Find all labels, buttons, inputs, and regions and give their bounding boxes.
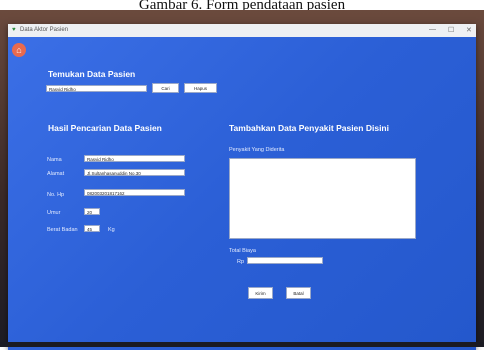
window-title: Data Aktor Pasien — [20, 27, 69, 33]
illness-textarea[interactable] — [229, 158, 416, 239]
age-field[interactable]: 20 — [84, 208, 100, 215]
name-field[interactable]: Rasyid Ridho — [84, 155, 185, 162]
disease-heading: Tambahkan Data Penyakit Pasien Disini — [229, 123, 389, 133]
app-window: ♥ Data Aktor Pasien — ☐ ✕ ⌂ Temukan Data… — [8, 24, 476, 350]
home-button[interactable]: ⌂ — [12, 43, 26, 57]
address-label: Alamat — [47, 171, 65, 177]
result-heading: Hasil Pencarian Data Pasien — [48, 123, 162, 133]
weight-label: Berat Badan — [47, 227, 78, 233]
maximize-button[interactable]: ☐ — [448, 26, 454, 34]
phone-label: No. Hp — [47, 192, 65, 198]
illness-label: Penyakit Yang Diderita — [229, 147, 285, 153]
age-label: Umur — [47, 210, 61, 216]
weight-field[interactable]: 45 — [84, 225, 100, 232]
cost-label: Total Biaya — [229, 248, 256, 254]
search-heading: Temukan Data Pasien — [48, 69, 136, 79]
phone-field[interactable]: 082003201817162 — [84, 189, 185, 196]
close-button[interactable]: ✕ — [466, 26, 472, 34]
app-icon: ♥ — [12, 27, 16, 33]
main-panel: ⌂ Temukan Data Pasien Rasyid Ridho Cari … — [8, 37, 476, 350]
weight-unit: Kg — [108, 227, 115, 233]
desktop-background: ♥ Data Aktor Pasien — ☐ ✕ ⌂ Temukan Data… — [0, 10, 484, 350]
home-icon: ⌂ — [16, 45, 22, 55]
address-field[interactable]: Jl.Sultanhasanuddin No.30 — [84, 169, 185, 176]
name-label: Nama — [47, 157, 62, 163]
title-bar: ♥ Data Aktor Pasien — ☐ ✕ — [8, 24, 476, 37]
minimize-button[interactable]: — — [429, 26, 436, 33]
search-input[interactable]: Rasyid Ridho — [46, 85, 147, 92]
submit-button[interactable]: Kirim — [248, 287, 273, 299]
currency-label: Rp — [237, 259, 245, 265]
search-button[interactable]: Cari — [152, 83, 179, 93]
cancel-button[interactable]: Batal — [286, 287, 311, 299]
taskbar-strip — [0, 342, 484, 347]
delete-button[interactable]: Hapus — [184, 83, 217, 93]
cost-field[interactable] — [247, 257, 323, 264]
